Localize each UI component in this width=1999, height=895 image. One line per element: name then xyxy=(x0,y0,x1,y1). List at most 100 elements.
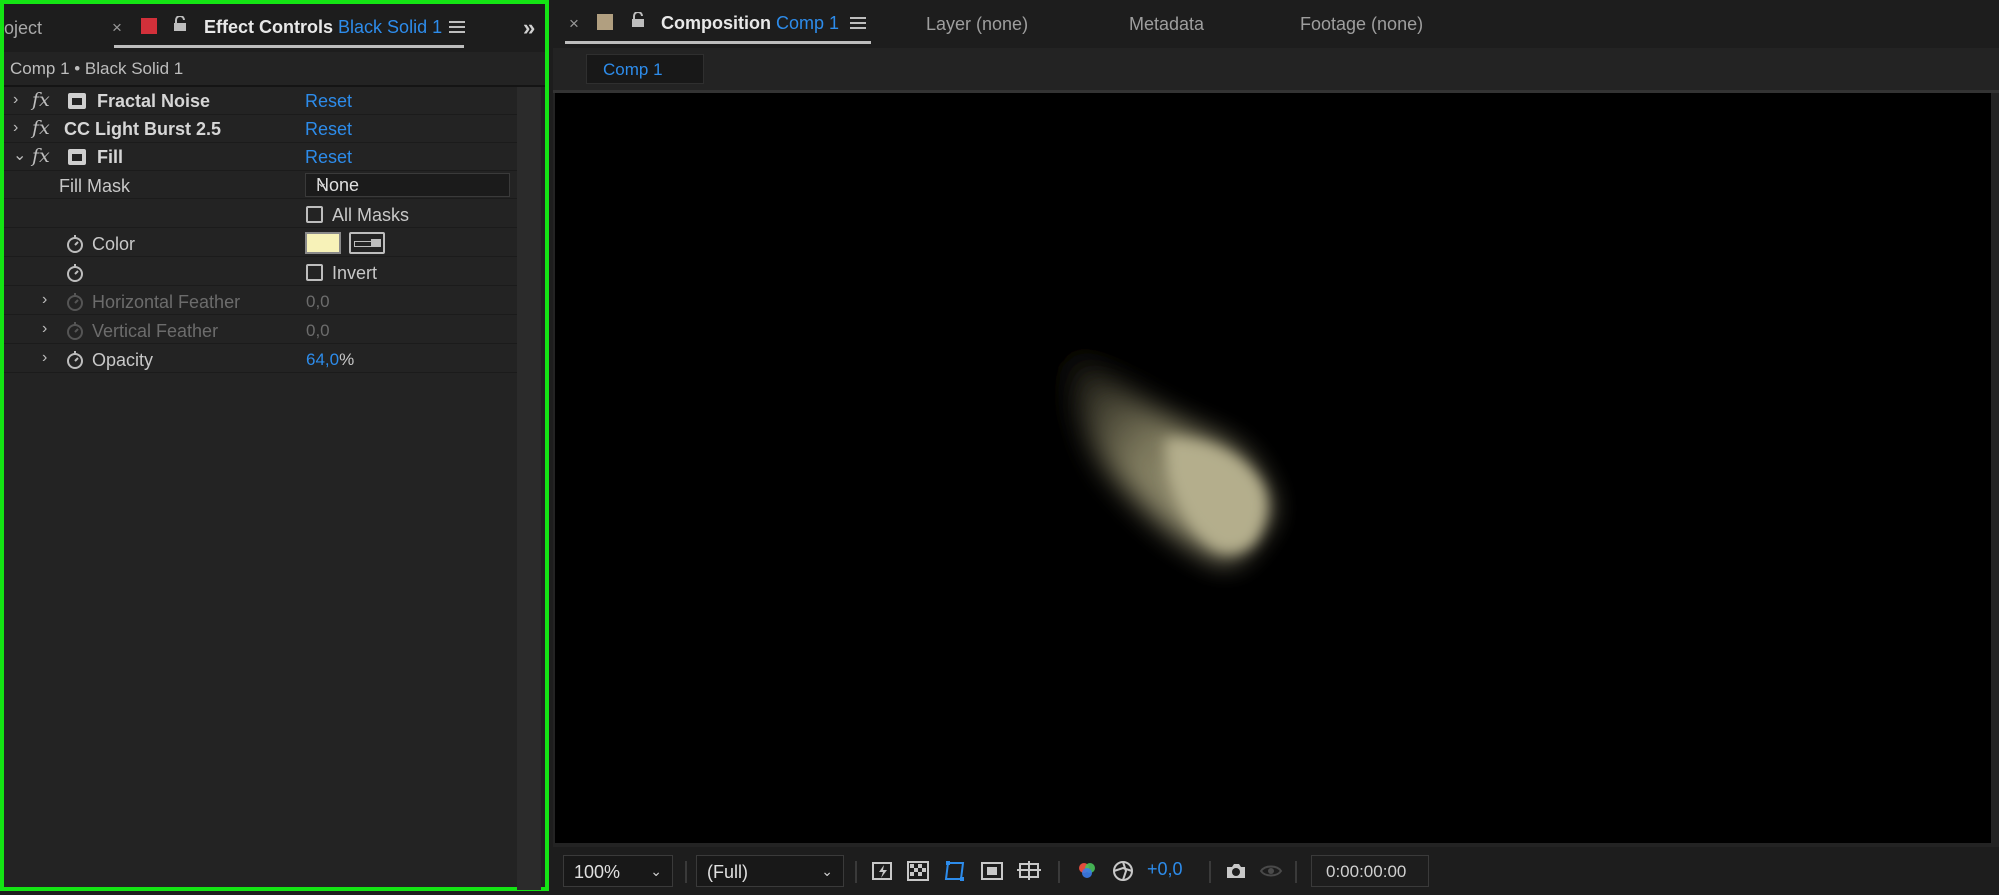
grid-guides-icon[interactable] xyxy=(1017,859,1041,883)
exposure-value[interactable]: +0,0 xyxy=(1147,859,1183,880)
effect-row-fractal-noise[interactable]: › fx Fractal Noise Reset xyxy=(4,87,517,115)
timecode-field[interactable]: 0:00:00:00 xyxy=(1311,855,1429,887)
comp-label-color-swatch[interactable] xyxy=(597,14,613,30)
layer-breadcrumb: Comp 1 • Black Solid 1 xyxy=(10,59,184,78)
twirl-right-icon[interactable]: › xyxy=(42,320,47,338)
chevron-down-icon: ⌄ xyxy=(316,174,328,190)
timecode-value: 0:00:00:00 xyxy=(1326,862,1407,881)
opacity-number[interactable]: 64,0 xyxy=(306,350,339,369)
invert-checkbox[interactable] xyxy=(306,264,323,281)
tab-effect-controls-layer: Black Solid 1 xyxy=(338,17,443,37)
effect-name: Fill xyxy=(97,147,123,167)
overflow-chevron-icon[interactable]: » xyxy=(523,15,535,41)
stopwatch-icon[interactable] xyxy=(66,351,84,369)
vertical-feather-label: Vertical Feather xyxy=(92,321,219,341)
transparency-grid-icon[interactable] xyxy=(906,859,930,883)
fill-mask-label: Fill Mask xyxy=(59,176,130,196)
region-of-interest-icon[interactable] xyxy=(980,859,1004,883)
vertical-scrollbar[interactable] xyxy=(517,87,541,890)
left-tab-bar: oject × Effect Controls Black Solid 1 » xyxy=(4,4,545,52)
tab-metadata[interactable]: Metadata xyxy=(1129,14,1204,35)
stopwatch-icon[interactable] xyxy=(66,235,84,253)
snapshot-camera-icon[interactable] xyxy=(1224,859,1248,883)
effect-controls-panel: oject × Effect Controls Black Solid 1 » … xyxy=(0,0,549,891)
stopwatch-icon xyxy=(66,293,84,311)
lock-icon[interactable] xyxy=(173,15,187,32)
stopwatch-icon[interactable] xyxy=(66,264,84,282)
resolution-dropdown[interactable]: (Full) ⌄ xyxy=(696,855,844,887)
twirl-down-icon[interactable]: ⌄ xyxy=(13,145,26,165)
tab-layer[interactable]: Layer (none) xyxy=(926,14,1028,35)
reset-link[interactable]: Reset xyxy=(305,91,352,112)
mask-visibility-icon[interactable] xyxy=(943,859,967,883)
twirl-right-icon[interactable]: › xyxy=(42,349,47,367)
toolbar-separator xyxy=(1058,861,1060,883)
eyedropper-icon[interactable] xyxy=(349,232,385,254)
tab-composition[interactable]: Composition Comp 1 xyxy=(661,13,839,34)
layer-label-color-swatch[interactable] xyxy=(141,18,157,34)
fx-toggle-icon[interactable]: fx xyxy=(32,117,50,139)
chevron-down-icon: ⌄ xyxy=(821,863,833,879)
composition-viewer[interactable] xyxy=(555,93,1991,843)
fill-mask-dropdown[interactable]: None ⌄ xyxy=(305,173,510,197)
all-masks-checkbox[interactable] xyxy=(306,206,323,223)
property-row-invert: Invert xyxy=(4,258,517,286)
effect-name: CC Light Burst 2.5 xyxy=(64,119,222,139)
channel-rgb-icon[interactable] xyxy=(1075,859,1099,883)
tab-effect-controls-label: Effect Controls xyxy=(204,17,334,37)
effect-badge-icon xyxy=(68,93,86,109)
toolbar-separator xyxy=(1295,861,1297,883)
stopwatch-icon xyxy=(66,322,84,340)
twirl-right-icon[interactable]: › xyxy=(13,119,18,137)
toolbar-separator xyxy=(1209,861,1211,883)
viewer-toolbar: 100% ⌄ (Full) ⌄ +0,0 0:00:00:00 xyxy=(553,847,1999,895)
tab-project[interactable]: oject xyxy=(4,18,42,39)
resolution-value: (Full) xyxy=(707,862,748,882)
tab-composition-label: Composition xyxy=(661,13,771,33)
light-burst-render xyxy=(1067,345,1271,563)
reset-link[interactable]: Reset xyxy=(305,119,352,140)
property-row-opacity: › Opacity 64,0% xyxy=(4,345,517,373)
composition-panel: × Composition Comp 1 Layer (none) Metada… xyxy=(553,0,1999,895)
property-row-horizontal-feather: › Horizontal Feather 0,0 xyxy=(4,287,517,315)
twirl-right-icon[interactable]: › xyxy=(13,91,18,109)
right-tab-bar: × Composition Comp 1 Layer (none) Metada… xyxy=(553,0,1999,48)
fast-previews-icon[interactable] xyxy=(871,859,895,883)
all-masks-label: All Masks xyxy=(332,205,410,225)
opacity-unit: % xyxy=(339,350,355,369)
horizontal-feather-label: Horizontal Feather xyxy=(92,292,241,312)
chevron-down-icon: ⌄ xyxy=(650,863,662,879)
fx-toggle-icon[interactable]: fx xyxy=(32,89,50,111)
property-row-all-masks: All Masks xyxy=(4,200,517,228)
vertical-feather-value: 0,0 xyxy=(306,321,330,340)
opacity-value[interactable]: 64,0% xyxy=(306,350,354,370)
composition-subtab-bar: Comp 1 xyxy=(553,48,1999,90)
close-tab-icon[interactable]: × xyxy=(569,14,579,34)
comp-subtab-label: Comp 1 xyxy=(603,60,663,79)
comp-subtab[interactable]: Comp 1 xyxy=(586,54,704,84)
color-swatch[interactable] xyxy=(305,232,341,254)
property-row-color: Color xyxy=(4,229,517,257)
reset-link[interactable]: Reset xyxy=(305,147,352,168)
twirl-right-icon[interactable]: › xyxy=(42,291,47,309)
effect-row-cc-light-burst[interactable]: › fx CC Light Burst 2.5 Reset xyxy=(4,115,517,143)
effect-badge-icon xyxy=(68,149,86,165)
tab-composition-name: Comp 1 xyxy=(776,13,840,33)
zoom-value: 100% xyxy=(574,862,621,882)
effect-row-fill[interactable]: ⌄ fx Fill Reset xyxy=(4,143,517,171)
reset-exposure-icon[interactable] xyxy=(1111,859,1135,883)
panel-menu-icon[interactable] xyxy=(850,17,866,29)
panel-menu-icon[interactable] xyxy=(449,21,465,33)
fx-toggle-icon[interactable]: fx xyxy=(32,145,50,167)
horizontal-feather-value: 0,0 xyxy=(306,292,330,311)
color-label: Color xyxy=(92,234,136,254)
show-snapshot-icon[interactable] xyxy=(1259,859,1283,883)
invert-label: Invert xyxy=(332,263,378,283)
zoom-dropdown[interactable]: 100% ⌄ xyxy=(563,855,673,887)
opacity-label: Opacity xyxy=(92,350,154,370)
tab-effect-controls[interactable]: Effect Controls Black Solid 1 xyxy=(204,17,442,38)
tab-footage[interactable]: Footage (none) xyxy=(1300,14,1423,35)
close-tab-icon[interactable]: × xyxy=(112,18,122,38)
lock-icon[interactable] xyxy=(631,11,645,28)
property-row-fill-mask: Fill Mask None ⌄ xyxy=(4,171,517,199)
